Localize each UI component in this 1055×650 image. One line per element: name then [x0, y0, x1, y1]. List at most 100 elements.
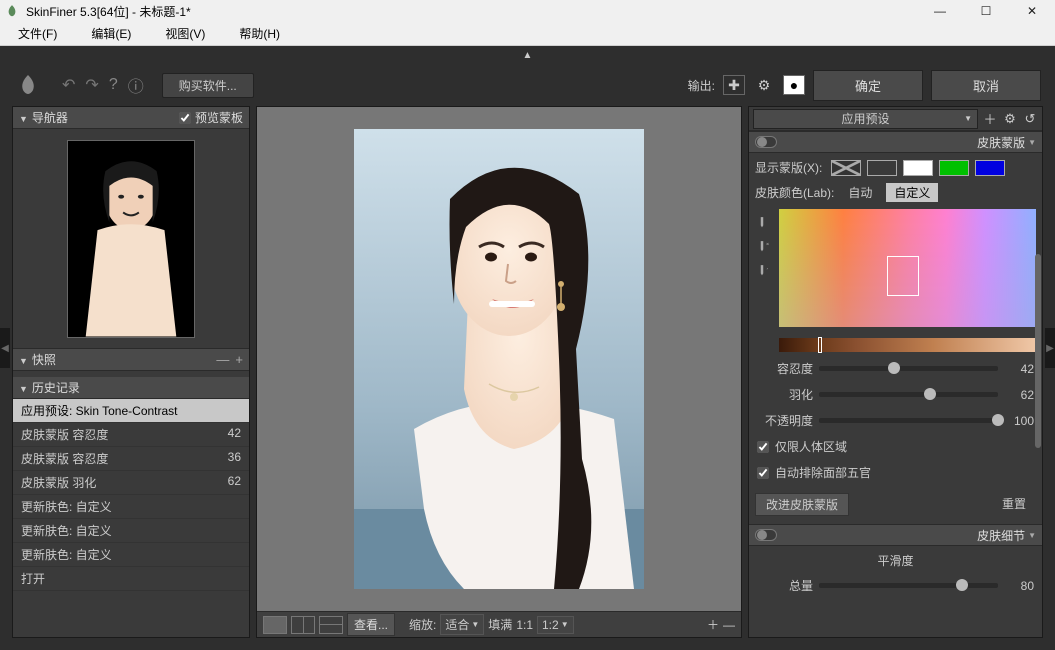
view-split-vert-icon[interactable] — [291, 616, 315, 634]
menu-view[interactable]: 视图(V) — [165, 25, 205, 42]
skin-mask-toggle[interactable] — [755, 136, 777, 148]
preview-mask-toggle[interactable]: 预览蒙板 — [179, 109, 243, 126]
center-panel: 查看... 缩放: 适合▼ 填满 1:1 1:2▼ ＋ — — [256, 106, 742, 638]
show-mask-label: 显示蒙版(X): — [755, 159, 825, 176]
skin-mask-header[interactable]: 皮肤蒙版 — [749, 131, 1042, 153]
help-icon[interactable]: ? — [109, 76, 118, 94]
canvas-footer: 查看... 缩放: 适合▼ 填满 1:1 1:2▼ ＋ — — [257, 611, 741, 637]
mask-swatch-black[interactable] — [867, 160, 897, 176]
toolbar: ↶ ↷ ? ⓘ 购买软件... 输出: ✚ ⚙ ● 确定 取消 — [0, 64, 1055, 106]
hue-bar[interactable] — [779, 338, 1036, 352]
custom-tab[interactable]: 自定义 — [886, 183, 938, 202]
undo-icon[interactable]: ↶ — [62, 75, 75, 95]
ok-button[interactable]: 确定 — [813, 70, 923, 101]
right-panel: 应用预设 ＋ ⚙ ↺ 皮肤蒙版 显示蒙版(X): 皮肤 — [748, 106, 1043, 638]
smoothness-label: 平滑度 — [755, 552, 1036, 569]
limit-body-check[interactable]: 仅限人体区域 — [755, 437, 1036, 456]
snapshot-plus-icon[interactable]: + — [235, 352, 243, 367]
menu-edit[interactable]: 编辑(E) — [91, 25, 131, 42]
zoom-in-icon[interactable]: ＋ — [707, 616, 719, 633]
preset-dropdown[interactable]: 应用预设 — [753, 109, 978, 129]
history-body: 应用预设: Skin Tone-Contrast 皮肤蒙版 容忍度42 皮肤蒙版… — [13, 399, 249, 637]
eyedropper-add-icon[interactable]: + — [755, 237, 771, 253]
navigator-thumb[interactable] — [67, 140, 195, 338]
output-sliders-icon[interactable]: ⚙ — [753, 75, 775, 95]
skin-color-label: 皮肤颜色(Lab): — [755, 184, 834, 201]
reset-button[interactable]: 重置 — [992, 493, 1036, 516]
output-circle-icon[interactable]: ● — [783, 75, 805, 95]
navigator-title: 导航器 — [19, 109, 68, 126]
total-slider[interactable]: 总量 80 — [755, 576, 1036, 595]
minimize-button[interactable]: — — [917, 0, 963, 22]
tolerance-slider[interactable]: 容忍度 42 — [755, 359, 1036, 378]
left-collapse-handle[interactable]: ◀ — [0, 328, 10, 368]
history-item[interactable]: 更新肤色: 自定义 — [13, 519, 249, 543]
history-item[interactable]: 应用预设: Skin Tone-Contrast — [13, 399, 249, 423]
preset-add-icon[interactable]: ＋ — [982, 109, 998, 128]
eyedropper-icon[interactable] — [755, 213, 771, 229]
redo-icon[interactable]: ↷ — [85, 75, 98, 95]
zoom-label: 缩放: — [409, 616, 436, 633]
exclude-features-check[interactable]: 自动排除面部五官 — [755, 463, 1036, 482]
snapshot-minus-icon[interactable]: — — [216, 352, 229, 367]
menubar: 文件(F) 编辑(E) 视图(V) 帮助(H) — [0, 22, 1055, 46]
buy-button[interactable]: 购买软件... — [162, 73, 254, 98]
left-panel: 导航器 预览蒙板 — [12, 106, 250, 638]
info-icon[interactable]: ⓘ — [128, 73, 144, 97]
improve-mask-button[interactable]: 改进皮肤蒙版 — [755, 493, 849, 516]
canvas-area[interactable] — [257, 107, 741, 611]
mask-swatch-green[interactable] — [939, 160, 969, 176]
mask-swatch-white[interactable] — [903, 160, 933, 176]
auto-tab[interactable]: 自动 — [840, 183, 880, 202]
logo-icon — [14, 71, 42, 99]
right-collapse-handle[interactable]: ▶ — [1045, 328, 1055, 368]
zoom-fit-dropdown[interactable]: 适合▼ — [440, 614, 484, 635]
history-item[interactable]: 皮肤蒙版 容忍度42 — [13, 423, 249, 447]
cancel-button[interactable]: 取消 — [931, 70, 1041, 101]
output-label: 输出: — [688, 77, 715, 94]
skin-detail-toggle[interactable] — [755, 529, 777, 541]
zoom-fill[interactable]: 填满 — [488, 616, 512, 633]
preset-reset-icon[interactable]: ↺ — [1022, 111, 1038, 127]
feather-slider[interactable]: 羽化 62 — [755, 385, 1036, 404]
menu-help[interactable]: 帮助(H) — [239, 25, 280, 42]
mask-swatch-blue[interactable] — [975, 160, 1005, 176]
zoom-12-dropdown[interactable]: 1:2▼ — [537, 616, 574, 634]
history-item[interactable]: 打开 — [13, 567, 249, 591]
opacity-slider[interactable]: 不透明度 100 — [755, 411, 1036, 430]
output-add-icon[interactable]: ✚ — [723, 75, 745, 95]
history-item[interactable]: 皮肤蒙版 羽化62 — [13, 471, 249, 495]
titlebar: SkinFiner 5.3[64位] - 未标题-1* — ☐ ✕ — [0, 0, 1055, 22]
close-button[interactable]: ✕ — [1009, 0, 1055, 22]
view-single-icon[interactable] — [263, 616, 287, 634]
mask-swatch-none[interactable] — [831, 160, 861, 176]
window-title: SkinFiner 5.3[64位] - 未标题-1* — [26, 3, 191, 20]
skin-mask-body: 显示蒙版(X): 皮肤颜色(Lab): 自动 自定义 + - — [749, 153, 1042, 524]
snapshot-title: 快照 — [19, 351, 56, 368]
right-scrollbar[interactable] — [1035, 254, 1041, 578]
collapse-top-arrow[interactable]: ▲ — [0, 46, 1055, 64]
history-item[interactable]: 皮肤蒙版 容忍度36 — [13, 447, 249, 471]
history-item[interactable]: 更新肤色: 自定义 — [13, 543, 249, 567]
color-field[interactable] — [779, 209, 1036, 327]
app-icon — [4, 3, 20, 19]
history-item[interactable]: 更新肤色: 自定义 — [13, 495, 249, 519]
preset-gear-icon[interactable]: ⚙ — [1002, 111, 1018, 127]
view-button[interactable]: 查看... — [347, 613, 395, 636]
nav-controls: ↶ ↷ ? ⓘ — [62, 73, 144, 97]
snapshot-header[interactable]: 快照 — + — [13, 349, 249, 371]
menu-file[interactable]: 文件(F) — [18, 25, 57, 42]
view-split-horiz-icon[interactable] — [319, 616, 343, 634]
main-image — [354, 129, 644, 589]
skin-detail-header[interactable]: 皮肤细节 — [749, 524, 1042, 546]
color-selection-rect[interactable] — [887, 256, 919, 296]
navigator-body — [13, 129, 249, 349]
hue-notch[interactable] — [818, 337, 822, 353]
history-header[interactable]: 历史记录 — [13, 377, 249, 399]
svg-text:+: + — [765, 241, 772, 248]
zoom-11[interactable]: 1:1 — [516, 618, 533, 632]
eyedropper-sub-icon[interactable]: - — [755, 261, 771, 277]
maximize-button[interactable]: ☐ — [963, 0, 1009, 22]
zoom-out-icon[interactable]: — — [723, 618, 735, 632]
navigator-header[interactable]: 导航器 预览蒙板 — [13, 107, 249, 129]
